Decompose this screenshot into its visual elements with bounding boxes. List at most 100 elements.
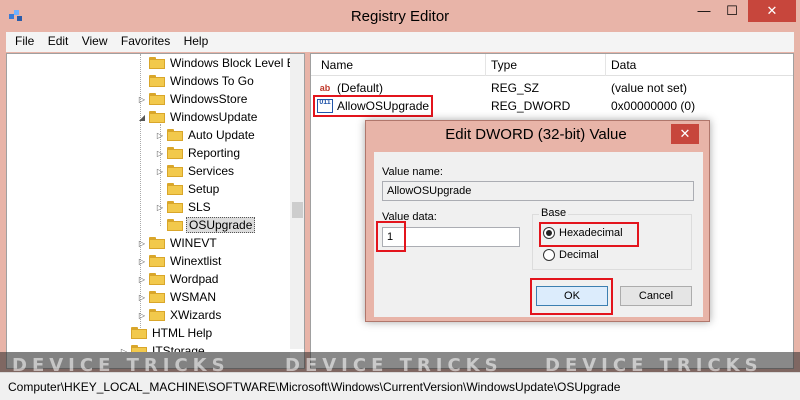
tree-item[interactable]: ▷ Reporting xyxy=(155,144,242,162)
tree-item[interactable]: ▷ Wordpad xyxy=(137,270,220,288)
tree-item-label: HTML Help xyxy=(152,326,213,340)
dialog-title: Edit DWORD (32-bit) Value xyxy=(445,126,627,143)
folder-icon xyxy=(131,327,147,339)
folder-open-icon xyxy=(149,111,165,123)
tree-item-label: Windows Block Level B xyxy=(170,56,295,70)
decimal-radio[interactable]: Decimal xyxy=(543,249,599,261)
folder-icon xyxy=(149,273,165,285)
tree-item[interactable]: Windows Block Level B xyxy=(137,54,297,72)
tree-expander[interactable]: ▷ xyxy=(137,239,147,248)
window-title: Registry Editor xyxy=(350,8,450,25)
registry-path: Computer\HKEY_LOCAL_MACHINE\SOFTWARE\Mic… xyxy=(8,380,621,394)
value-type: REG_SZ xyxy=(491,81,540,95)
folder-icon xyxy=(149,237,165,249)
folder-icon xyxy=(149,75,165,87)
value-name-field: AllowOSUpgrade xyxy=(382,181,694,201)
tree-expander[interactable]: ▷ xyxy=(137,275,147,284)
tree-item-label: WINEVT xyxy=(170,236,217,250)
tree-expander[interactable]: ▷ xyxy=(155,203,165,212)
folder-icon xyxy=(167,129,183,141)
tree-item[interactable]: ▷ WINEVT xyxy=(137,234,219,252)
tree-item-label: WSMAN xyxy=(170,290,216,304)
menu-bar: File Edit View Favorites Help xyxy=(6,32,794,52)
tree-item[interactable]: ▷ Auto Update xyxy=(155,126,257,144)
column-type-header[interactable]: Type xyxy=(491,58,517,72)
menu-edit[interactable]: Edit xyxy=(43,32,74,50)
tree-item-label: WindowsUpdate xyxy=(170,110,258,124)
tree-item-label: Services xyxy=(188,164,235,178)
tree-item[interactable]: Windows To Go xyxy=(137,72,256,90)
tree-expander[interactable]: ▷ xyxy=(137,293,147,302)
menu-help[interactable]: Help xyxy=(179,32,214,50)
folder-icon xyxy=(149,255,165,267)
folder-icon xyxy=(149,93,165,105)
tree-item[interactable]: ▷ Services xyxy=(155,162,236,180)
tree-item[interactable]: ▷ WindowsStore xyxy=(137,90,249,108)
tree-expander[interactable]: ◢ xyxy=(137,113,147,122)
status-bar: Computer\HKEY_LOCAL_MACHINE\SOFTWARE\Mic… xyxy=(0,372,800,400)
tree-item-label: Winextlist xyxy=(170,254,222,268)
folder-icon xyxy=(167,147,183,159)
tree-item-label: Wordpad xyxy=(170,272,219,286)
registry-editor-window: Registry Editor — ☐ ✕ File Edit View Fav… xyxy=(0,0,800,400)
tree-vertical-scrollbar[interactable] xyxy=(290,54,304,349)
list-header: Name Type Data xyxy=(311,54,793,76)
highlight-value-data xyxy=(376,221,406,252)
folder-icon xyxy=(149,309,165,321)
dialog-close-button[interactable]: ✕ xyxy=(671,124,699,144)
highlight-allowosupgrade-entry xyxy=(313,95,433,117)
folder-icon xyxy=(167,219,183,231)
folder-icon xyxy=(149,57,165,69)
tree-item-label: XWizards xyxy=(170,308,222,322)
tree-scroll-thumb[interactable] xyxy=(292,202,303,218)
folder-icon xyxy=(167,183,183,195)
column-data-header[interactable]: Data xyxy=(611,58,636,72)
tree-item[interactable]: ▷ XWizards xyxy=(137,306,223,324)
tree-item-label: SLS xyxy=(188,200,211,214)
tree-item[interactable]: ◢ WindowsUpdate xyxy=(137,108,259,126)
tree-item-label: Windows To Go xyxy=(170,74,254,88)
menu-favorites[interactable]: Favorites xyxy=(116,32,175,50)
tree-expander[interactable]: ▷ xyxy=(137,311,147,320)
highlight-ok-button xyxy=(530,278,613,315)
tree-item-label: OSUpgrade xyxy=(186,217,256,233)
tree-item-label: Reporting xyxy=(188,146,241,160)
folder-icon xyxy=(149,291,165,303)
tree-expander[interactable]: ▷ xyxy=(137,95,147,104)
cancel-button[interactable]: Cancel xyxy=(620,286,692,306)
close-button[interactable]: ✕ xyxy=(748,0,796,22)
radio-unselected-icon[interactable] xyxy=(543,249,555,261)
value-name-label: Value name: xyxy=(382,166,443,178)
decimal-label: Decimal xyxy=(559,249,599,261)
value-type: REG_DWORD xyxy=(491,99,571,113)
menu-file[interactable]: File xyxy=(10,32,39,50)
tree-item[interactable]: ▷ Winextlist xyxy=(137,252,223,270)
maximize-button[interactable]: ☐ xyxy=(718,0,746,22)
minimize-button[interactable]: — xyxy=(690,0,718,22)
tree-item[interactable]: Setup xyxy=(155,180,221,198)
tree-pane: Windows Block Level B Windows To Go ▷ Wi… xyxy=(6,53,305,369)
menu-view[interactable]: View xyxy=(77,32,113,50)
tree-item-label: Auto Update xyxy=(188,128,255,142)
tree-item[interactable]: ▷ WSMAN xyxy=(137,288,218,306)
title-bar[interactable]: Registry Editor — ☐ ✕ xyxy=(0,0,800,32)
tree-expander[interactable]: ▷ xyxy=(137,257,147,266)
value-data: 0x00000000 (0) xyxy=(611,99,696,113)
tree-item[interactable]: ▷ SLS xyxy=(155,198,213,216)
column-divider[interactable] xyxy=(485,54,486,76)
value-name: (Default) xyxy=(337,81,384,95)
tree-item-label: WindowsStore xyxy=(170,92,248,106)
highlight-hexadecimal xyxy=(539,222,639,247)
folder-icon xyxy=(167,201,183,213)
tree-expander[interactable]: ▷ xyxy=(155,131,165,140)
base-label: Base xyxy=(539,207,569,219)
folder-icon xyxy=(167,165,183,177)
column-divider[interactable] xyxy=(605,54,606,76)
tree-expander[interactable]: ▷ xyxy=(155,167,165,176)
tree-item-selected[interactable]: OSUpgrade xyxy=(155,216,256,234)
value-data: (value not set) xyxy=(611,81,688,95)
string-value-icon: ab xyxy=(319,83,331,93)
tree-expander[interactable]: ▷ xyxy=(155,149,165,158)
column-name-header[interactable]: Name xyxy=(321,58,353,72)
tree-item[interactable]: HTML Help xyxy=(119,324,214,342)
